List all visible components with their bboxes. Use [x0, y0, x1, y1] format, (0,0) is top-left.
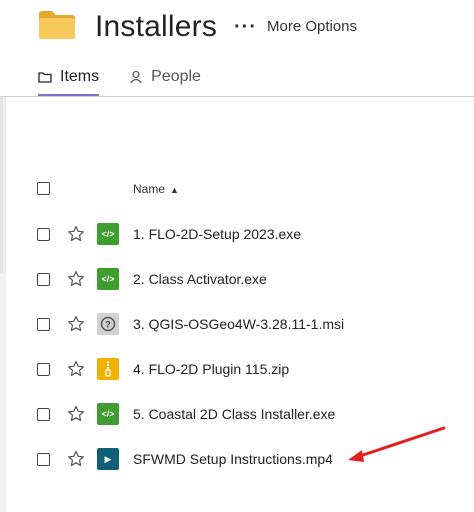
- list-item[interactable]: </> 1. FLO-2D-Setup 2023.exe: [36, 223, 456, 247]
- exe-file-icon: </>: [97, 223, 119, 245]
- star-icon[interactable]: [67, 270, 85, 288]
- question-glyph: ?: [105, 320, 111, 330]
- file-name[interactable]: 2. Class Activator.exe: [133, 271, 267, 287]
- zipper-icon: [105, 361, 111, 377]
- list-header: Name ▲: [36, 180, 456, 200]
- star-icon[interactable]: [67, 360, 85, 378]
- file-name[interactable]: SFWMD Setup Instructions.mp4: [133, 451, 333, 467]
- left-scroll-track: [0, 97, 3, 273]
- star-icon[interactable]: [67, 315, 85, 333]
- more-options-label: More Options: [266, 18, 358, 35]
- list-item[interactable]: </> 2. Class Activator.exe: [36, 268, 456, 292]
- list-item[interactable]: 4. FLO-2D Plugin 115.zip: [36, 358, 456, 382]
- video-file-icon: ▶: [97, 448, 119, 470]
- person-icon: [129, 69, 145, 85]
- name-column-header[interactable]: Name ▲: [133, 182, 179, 196]
- more-dots-icon: ···: [234, 15, 257, 38]
- row-checkbox[interactable]: [37, 453, 50, 466]
- sort-ascending-icon: ▲: [170, 185, 179, 195]
- more-options-button[interactable]: ··· More Options: [234, 15, 358, 38]
- file-name[interactable]: 1. FLO-2D-Setup 2023.exe: [133, 226, 301, 242]
- question-circle-icon: ?: [100, 316, 116, 332]
- star-icon[interactable]: [67, 405, 85, 423]
- page-title: Installers: [95, 10, 218, 43]
- star-icon[interactable]: [67, 225, 85, 243]
- star-icon[interactable]: [67, 450, 85, 468]
- header-bar: Installers ··· More Options Items People: [0, 0, 474, 96]
- row-checkbox[interactable]: [37, 363, 50, 376]
- row-checkbox[interactable]: [37, 273, 50, 286]
- file-name[interactable]: 3. QGIS-OSGeo4W-3.28.11-1.msi: [133, 316, 344, 332]
- tab-items-label: Items: [60, 68, 100, 85]
- tab-items[interactable]: Items: [38, 66, 100, 96]
- tab-bar: Items People: [38, 66, 201, 96]
- name-column-label: Name: [133, 182, 166, 196]
- red-arrow-annotation: [348, 426, 446, 462]
- unknown-file-icon: ?: [97, 313, 119, 335]
- list-item[interactable]: ? 3. QGIS-OSGeo4W-3.28.11-1.msi: [36, 313, 456, 337]
- file-name[interactable]: 4. FLO-2D Plugin 115.zip: [133, 361, 289, 377]
- select-all-checkbox[interactable]: [37, 182, 50, 195]
- row-checkbox[interactable]: [37, 408, 50, 421]
- zip-file-icon: [97, 358, 119, 380]
- exe-file-icon: </>: [97, 403, 119, 425]
- folder-outline-icon: [38, 69, 54, 85]
- file-name[interactable]: 5. Coastal 2D Class Installer.exe: [133, 406, 335, 422]
- tab-people-label: People: [151, 68, 201, 85]
- tab-people[interactable]: People: [129, 66, 201, 96]
- exe-file-icon: </>: [97, 268, 119, 290]
- row-checkbox[interactable]: [37, 228, 50, 241]
- row-checkbox[interactable]: [37, 318, 50, 331]
- folder-icon: [39, 11, 75, 39]
